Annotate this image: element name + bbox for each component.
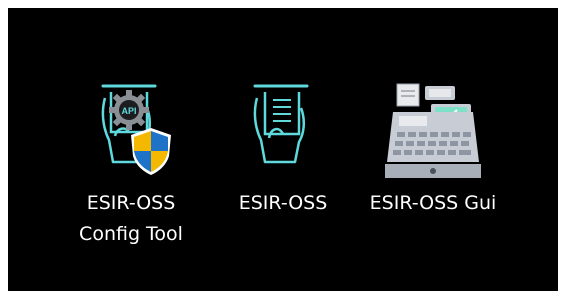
cash-register-icon	[385, 83, 481, 178]
shortcut-label: ESIR-OSS Gui	[370, 188, 497, 219]
desktop: API ESIR-OSS Config Tool ESIR-OSS ESIR-O…	[8, 8, 558, 291]
label-line-2: Config Tool	[79, 223, 183, 245]
shortcut-label: ESIR-OSS	[239, 188, 328, 219]
receipt-hand-api-shield-icon: API	[101, 84, 171, 175]
label-line-1: ESIR-OSS Gui	[369, 192, 497, 214]
label-line-1: ESIR-OSS	[238, 192, 328, 214]
svg-text:API: API	[121, 106, 136, 116]
shortcut-esir-oss-config-tool[interactable]: API ESIR-OSS Config Tool	[76, 82, 186, 250]
label-line-1: ESIR-OSS	[86, 192, 176, 214]
shortcut-esir-oss-gui[interactable]: ESIR-OSS Gui	[358, 82, 508, 219]
receipt-hand-icon	[253, 84, 309, 164]
shortcut-esir-oss[interactable]: ESIR-OSS	[228, 82, 338, 219]
shortcut-label: ESIR-OSS Config Tool	[79, 188, 183, 250]
